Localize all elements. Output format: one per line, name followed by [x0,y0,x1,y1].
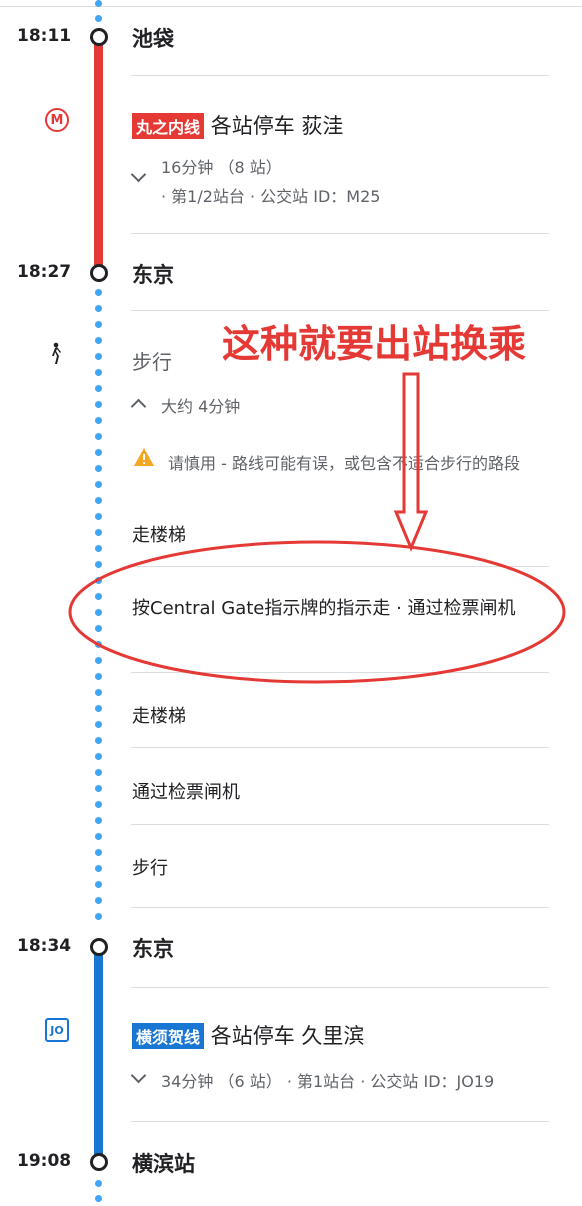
walking-dot [95,641,102,648]
divider [131,907,549,908]
ride-2-headline: 各站停车 久里滨 [210,1024,365,1048]
walking-dot [95,753,102,760]
warning-icon [134,448,154,466]
walking-dot [95,513,102,520]
stop-node [90,28,108,46]
stop-ikebukuro[interactable]: 池袋 [132,23,174,53]
walking-dot [95,593,102,600]
walking-dot [95,337,102,344]
walking-dot [95,289,102,296]
walking-dot [95,561,102,568]
step-2: 按Central Gate指示牌的指示走 · 通过检票闸机 [132,598,516,619]
ride-1-headline: 各站停车 荻洼 [210,114,344,138]
walk-warning: 请慎用 - 路线可能有误，或包含不适合步行的路段 [168,454,520,473]
ride-1-duration: 16分钟 （8 站） [161,158,282,177]
walking-dot [95,545,102,552]
chevron-up-icon[interactable] [130,398,147,415]
walking-dot [95,689,102,696]
walk-mode: 步行 [132,350,172,374]
divider [131,310,549,311]
walking-dot [95,865,102,872]
yokosuka-line-track [94,948,103,1161]
walking-dot [95,497,102,504]
walking-dot [95,849,102,856]
stop-node [90,264,108,282]
walking-dot [95,625,102,632]
walking-dot [95,321,102,328]
marunouchi-line-track [94,40,103,272]
top-divider [0,6,582,7]
walking-dot [95,15,102,22]
annotation-text: 这种就要出站换乘 [222,322,527,366]
divider [131,747,549,748]
ride-2-detail: · 第1站台 · 公交站 ID：JO19 [286,1072,495,1091]
walking-dot [95,1180,102,1187]
walking-dot [95,785,102,792]
walking-dot [95,673,102,680]
stop-tokyo-arrive[interactable]: 东京 [132,259,174,289]
ride-2-duration: 34分钟 （6 站） [161,1072,282,1091]
walking-dot [95,1195,102,1202]
departure-time: 18:11 [17,26,72,46]
ride-2-info: 34分钟 （6 站） · 第1站台 · 公交站 ID：JO19 [161,1068,494,1092]
walking-dot [95,913,102,920]
chevron-down-icon[interactable] [130,1067,147,1084]
step-5: 步行 [132,858,168,879]
walking-dot [95,305,102,312]
walking-dot [95,769,102,776]
walking-dot [95,433,102,440]
walking-dot [95,417,102,424]
walking-dot [95,801,102,808]
step-3: 走楼梯 [132,706,186,727]
arrival-time-2: 19:08 [17,1151,72,1171]
walking-dot [95,449,102,456]
walking-dot [95,529,102,536]
metro-icon: M [45,108,69,132]
walking-dot [95,737,102,744]
walking-dot [95,385,102,392]
line-badge-marunouchi: 丸之内线 [132,113,205,139]
arrival-time: 18:27 [17,262,72,282]
walking-dot [95,897,102,904]
walking-dot [95,577,102,584]
walking-dot [95,609,102,616]
walking-dot [95,369,102,376]
divider [131,672,549,673]
walking-dot [95,881,102,888]
ride-1-header[interactable]: 丸之内线 各站停车 荻洼 [132,110,343,140]
walking-dot [95,705,102,712]
walking-dot [95,721,102,728]
departure-time-2: 18:34 [17,936,72,956]
walking-dot [95,833,102,840]
walking-dot [95,0,102,7]
jr-icon-label: JO [50,1023,64,1037]
divider [131,824,549,825]
walking-dot [95,465,102,472]
stop-yokohama[interactable]: 横滨站 [132,1148,195,1178]
step-4: 通过检票闸机 [132,782,240,803]
chevron-down-icon[interactable] [130,166,147,183]
line-badge-yokosuka: 横须贺线 [132,1023,205,1049]
ride-2-header[interactable]: 横须贺线 各站停车 久里滨 [132,1020,364,1050]
stop-node [90,1153,108,1171]
walking-dot [95,657,102,664]
divider [131,233,549,234]
ride-1-detail: · 第1/2站台 · 公交站 ID：M25 [161,187,381,206]
jr-line-icon: JO [45,1018,69,1042]
step-1: 走楼梯 [132,525,186,546]
stop-node [90,938,108,956]
divider [131,987,549,988]
walking-dot [95,817,102,824]
divider [131,75,549,76]
walking-dot [95,481,102,488]
divider [131,1121,549,1122]
divider [131,566,549,567]
walking-dot [95,353,102,360]
walk-icon [52,342,61,364]
walk-duration: 大约 4分钟 [161,397,241,416]
walking-dot [95,401,102,408]
stop-tokyo-depart[interactable]: 东京 [132,933,174,963]
